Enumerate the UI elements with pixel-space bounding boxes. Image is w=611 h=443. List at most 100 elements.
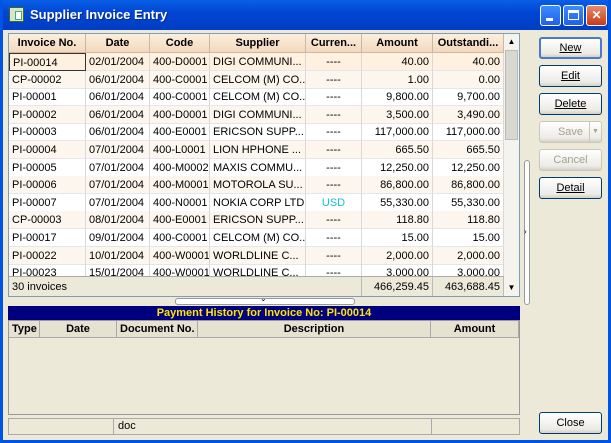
cell-currency: ---- [306, 88, 362, 107]
scroll-down-icon[interactable]: ▼ [504, 280, 519, 295]
vertical-splitter-handle[interactable]: › [524, 160, 530, 305]
amount-total: 466,259.45 [362, 277, 433, 296]
payment-history-grid[interactable]: Type Date Document No. Description Amoun… [8, 320, 520, 415]
payment-history-header: Type Date Document No. Description Amoun… [9, 321, 519, 338]
grid-header: Invoice No. Date Code Supplier Curren...… [9, 34, 504, 53]
ph-column-amount[interactable]: Amount [431, 321, 519, 338]
cell-outstanding: 12,250.00 [433, 158, 504, 177]
dropdown-arrow-icon[interactable]: ▼ [589, 122, 601, 142]
cell-amount: 40.00 [362, 53, 433, 71]
edit-button[interactable]: Edit [539, 65, 602, 87]
save-button[interactable]: Save ▼ [539, 121, 602, 143]
table-row[interactable]: PI-00014 02/01/2004 400-D0001 DIGI COMMUNI.… [9, 53, 504, 71]
cell-date: 06/01/2004 [86, 70, 150, 89]
invoice-grid[interactable]: Invoice No. Date Code Supplier Curren...… [8, 33, 520, 297]
horizontal-splitter-handle[interactable]: ⌄ [175, 294, 355, 305]
cell-invoice-no: PI-00017 [9, 229, 86, 247]
cell-date: 10/01/2004 [86, 246, 150, 265]
cell-amount: 86,800.00 [362, 176, 433, 195]
cell-outstanding: 3,490.00 [433, 105, 504, 124]
new-button[interactable]: New [539, 37, 602, 59]
cell-invoice-no: PI-00007 [9, 193, 86, 212]
cell-code: 400-L0001 [150, 141, 210, 159]
cell-supplier: WORLDLINE C... [210, 246, 306, 265]
cell-code: 400-C0001 [150, 229, 210, 247]
detail-button[interactable]: Detail [539, 177, 602, 199]
cell-code: 400-N0001 [150, 193, 210, 212]
table-row[interactable]: PI-00007 07/01/2004 400-N0001 NOKIA CORP LT… [9, 193, 504, 212]
cell-outstanding: 15.00 [433, 229, 504, 247]
cell-outstanding: 117,000.00 [433, 123, 504, 142]
cell-outstanding: 9,700.00 [433, 88, 504, 107]
cell-currency: ---- [306, 211, 362, 230]
title-bar[interactable]: Supplier Invoice Entry ✕ [3, 0, 608, 30]
cell-code: 400-M0002 [150, 158, 210, 177]
table-row[interactable]: PI-00022 10/01/2004 400-W0001 WORLDLINE C..… [9, 246, 504, 265]
cell-date: 07/01/2004 [86, 141, 150, 159]
cell-currency: ---- [306, 158, 362, 177]
table-row[interactable]: PI-00017 09/01/2004 400-C0001 CELCOM (M) CO… [9, 229, 504, 247]
cell-code: 400-C0001 [150, 88, 210, 107]
status-segment-3 [432, 419, 519, 434]
ph-column-date[interactable]: Date [40, 321, 117, 338]
table-row[interactable]: PI-00002 06/01/2004 400-D0001 DIGI COMMUNI.… [9, 105, 504, 124]
cell-code: 400-D0001 [150, 53, 210, 71]
column-header-code[interactable]: Code [150, 34, 210, 53]
cell-invoice-no: PI-00001 [9, 88, 86, 107]
column-header-invoice-no[interactable]: Invoice No. [9, 34, 86, 53]
status-segment-1 [9, 419, 114, 434]
cell-date: 07/01/2004 [86, 176, 150, 195]
cell-invoice-no: PI-00005 [9, 158, 86, 177]
column-header-date[interactable]: Date [86, 34, 150, 53]
cell-invoice-no: PI-00006 [9, 176, 86, 195]
delete-button[interactable]: Delete [539, 93, 602, 115]
cell-date: 07/01/2004 [86, 158, 150, 177]
cell-currency: ---- [306, 141, 362, 159]
cell-supplier: MAXIS COMMU... [210, 158, 306, 177]
column-header-currency[interactable]: Curren... [306, 34, 362, 53]
cell-supplier: ERICSON SUPP... [210, 211, 306, 230]
cell-supplier: CELCOM (M) CO... [210, 229, 306, 247]
minimize-button[interactable] [540, 5, 561, 26]
close-button[interactable]: Close [539, 412, 602, 434]
cell-outstanding: 0.00 [433, 70, 504, 89]
table-row[interactable]: PI-00003 06/01/2004 400-E0001 ERICSON SUPP.… [9, 123, 504, 142]
cell-supplier: CELCOM (M) CO... [210, 88, 306, 107]
cell-amount: 2,000.00 [362, 246, 433, 265]
cell-amount: 1.00 [362, 70, 433, 89]
cancel-button[interactable]: Cancel [539, 149, 602, 171]
column-header-amount[interactable]: Amount [362, 34, 433, 53]
column-header-outstanding[interactable]: Outstandi... [433, 34, 504, 53]
cell-amount: 12,250.00 [362, 158, 433, 177]
ph-column-description[interactable]: Description [198, 321, 431, 338]
cell-outstanding: 665.50 [433, 141, 504, 159]
table-row[interactable]: PI-00004 07/01/2004 400-L0001 LION HPHONE .… [9, 141, 504, 159]
outstanding-total: 463,688.45 [433, 277, 504, 296]
cell-supplier: CELCOM (M) CO... [210, 70, 306, 89]
cell-code: 400-E0001 [150, 123, 210, 142]
close-window-button[interactable]: ✕ [586, 5, 607, 26]
table-row[interactable]: CP-00003 08/01/2004 400-E0001 ERICSON SUPP.… [9, 211, 504, 230]
column-header-supplier[interactable]: Supplier [210, 34, 306, 53]
ph-column-type[interactable]: Type [9, 321, 40, 338]
chevron-down-icon: ⌄ [260, 294, 267, 303]
table-row[interactable]: CP-00002 06/01/2004 400-C0001 CELCOM (M) CO… [9, 70, 504, 89]
cell-amount: 3,500.00 [362, 105, 433, 124]
table-row[interactable]: PI-00006 07/01/2004 400-M0001 MOTOROLA SU..… [9, 176, 504, 195]
scroll-up-icon[interactable]: ▲ [504, 34, 519, 49]
table-row[interactable]: PI-00001 06/01/2004 400-C0001 CELCOM (M) CO… [9, 88, 504, 107]
cell-supplier: MOTOROLA SU... [210, 176, 306, 195]
scroll-thumb[interactable] [505, 50, 518, 140]
cell-amount: 9,800.00 [362, 88, 433, 107]
table-row[interactable]: PI-00005 07/01/2004 400-M0002 MAXIS COMMU..… [9, 158, 504, 177]
cell-supplier: NOKIA CORP LTD [210, 193, 306, 212]
cell-invoice-no: PI-00014 [9, 53, 86, 71]
cell-invoice-no: PI-00003 [9, 123, 86, 142]
payment-history-title: Payment History for Invoice No: PI-00014 [8, 306, 520, 320]
ph-column-document-no[interactable]: Document No. [117, 321, 198, 338]
cell-date: 06/01/2004 [86, 88, 150, 107]
cell-date: 06/01/2004 [86, 105, 150, 124]
cell-invoice-no: PI-00004 [9, 141, 86, 159]
maximize-button[interactable] [563, 5, 584, 26]
grid-scrollbar[interactable]: ▲ ▼ [504, 34, 519, 296]
